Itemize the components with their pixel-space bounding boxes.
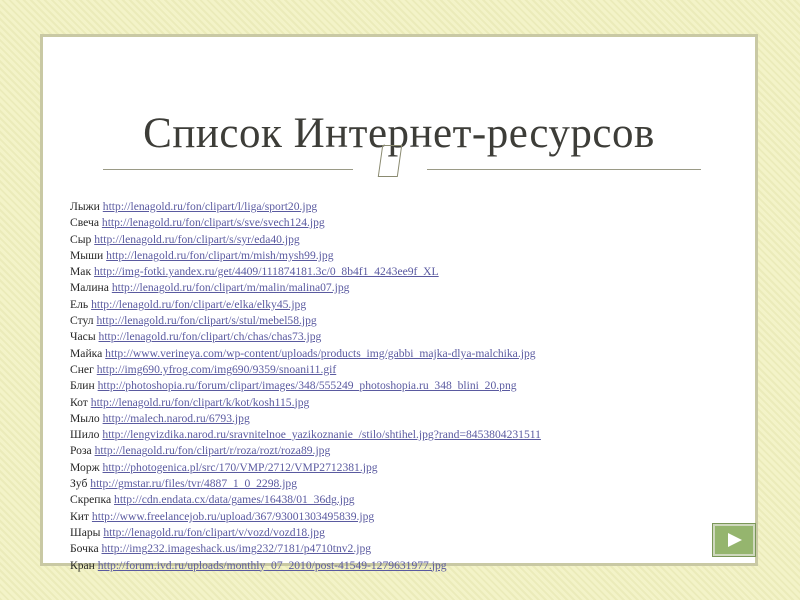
- list-item: Зуб http://gmstar.ru/files/tvr/4887_1_0_…: [70, 476, 541, 492]
- list-item: Кот http://lenagold.ru/fon/clipart/k/kot…: [70, 395, 541, 411]
- list-item: Шары http://lenagold.ru/fon/clipart/v/vo…: [70, 525, 541, 541]
- resource-label: Свеча: [70, 216, 99, 230]
- list-item: Кит http://www.freelancejob.ru/upload/36…: [70, 509, 541, 525]
- resource-link[interactable]: http://img690.yfrog.com/img690/9359/snoa…: [97, 363, 336, 376]
- resource-label: Малина: [70, 281, 109, 295]
- list-item: Мак http://img-fotki.yandex.ru/get/4409/…: [70, 264, 541, 280]
- resource-label: Кит: [70, 509, 90, 523]
- resource-link[interactable]: http://lenagold.ru/fon/clipart/l/liga/sp…: [103, 200, 317, 213]
- resource-label: Лыжи: [70, 200, 100, 213]
- resource-link[interactable]: http://photogenica.pl/src/170/VMP/2712/V…: [103, 461, 378, 474]
- resource-link[interactable]: http://lenagold.ru/fon/clipart/k/kot/kos…: [91, 396, 310, 409]
- list-item: Морж http://photogenica.pl/src/170/VMP/2…: [70, 460, 541, 476]
- resource-label: Шары: [70, 525, 101, 539]
- resource-link[interactable]: http://lenagold.ru/fon/clipart/s/stul/me…: [96, 314, 316, 327]
- list-item: Стул http://lenagold.ru/fon/clipart/s/st…: [70, 313, 541, 329]
- resource-label: Мак: [70, 265, 92, 279]
- resource-link[interactable]: http://www.verineya.com/wp-content/uploa…: [105, 347, 535, 360]
- title-divider-right: [427, 169, 701, 170]
- list-item: Бочка http://img232.imageshack.us/img232…: [70, 541, 541, 557]
- resource-label: Стул: [70, 314, 94, 328]
- slide-frame: Список Интернет-ресурсов Лыжи http://len…: [40, 34, 758, 572]
- resource-link[interactable]: http://lenagold.ru/fon/clipart/ch/chas/c…: [99, 330, 322, 343]
- resource-link[interactable]: http://lengvizdika.narod.ru/sravnitelnoe…: [102, 428, 541, 441]
- resource-label: Кот: [70, 395, 88, 409]
- next-slide-button[interactable]: [713, 524, 755, 556]
- list-item: Майка http://www.verineya.com/wp-content…: [70, 346, 541, 362]
- resource-link[interactable]: http://lenagold.ru/fon/clipart/m/malin/m…: [112, 281, 350, 294]
- list-item: Сыр http://lenagold.ru/fon/clipart/s/syr…: [70, 232, 541, 248]
- resource-label: Мыши: [70, 248, 104, 262]
- list-item: Кран http://forum.ivd.ru/uploads/monthly…: [70, 558, 541, 574]
- resource-link[interactable]: http://lenagold.ru/fon/clipart/m/mish/my…: [106, 249, 333, 262]
- resource-label: Кран: [70, 558, 95, 572]
- resource-label: Роза: [70, 444, 92, 458]
- resource-label: Морж: [70, 460, 100, 474]
- list-item: Шило http://lengvizdika.narod.ru/sravnit…: [70, 427, 541, 443]
- resource-link[interactable]: http://img232.imageshack.us/img232/7181/…: [102, 542, 372, 555]
- resource-label: Скрепка: [70, 493, 112, 507]
- resource-link[interactable]: http://lenagold.ru/fon/clipart/s/sve/sve…: [102, 216, 325, 229]
- resource-label: Мыло: [70, 411, 100, 425]
- resource-label: Сыр: [70, 232, 92, 246]
- resource-link[interactable]: http://lenagold.ru/fon/clipart/r/roza/ro…: [95, 444, 331, 457]
- resource-label: Зуб: [70, 477, 88, 491]
- list-item: Роза http://lenagold.ru/fon/clipart/r/ro…: [70, 443, 541, 459]
- resource-link[interactable]: http://lenagold.ru/fon/clipart/e/elka/el…: [91, 298, 306, 311]
- list-item: Мыши http://lenagold.ru/fon/clipart/m/mi…: [70, 248, 541, 264]
- list-item: Скрепка http://cdn.endata.cx/data/games/…: [70, 492, 541, 508]
- resource-label: Ель: [70, 297, 89, 311]
- list-item: Лыжи http://lenagold.ru/fon/clipart/l/li…: [70, 199, 541, 215]
- list-item: Часы http://lenagold.ru/fon/clipart/ch/c…: [70, 329, 541, 345]
- decorative-frame-icon: [376, 142, 404, 182]
- next-slide-arrow-icon: [728, 533, 742, 547]
- list-item: Свеча http://lenagold.ru/fon/clipart/s/s…: [70, 215, 541, 231]
- resource-link[interactable]: http://lenagold.ru/fon/clipart/v/vozd/vo…: [103, 526, 325, 539]
- list-item: Снег http://img690.yfrog.com/img690/9359…: [70, 362, 541, 378]
- resource-label: Снег: [70, 362, 94, 376]
- list-item: Блин http://photoshopia.ru/forum/clipart…: [70, 378, 541, 394]
- resource-label: Майка: [70, 346, 103, 360]
- resource-label: Бочка: [70, 542, 99, 556]
- resource-link[interactable]: http://forum.ivd.ru/uploads/monthly_07_2…: [98, 559, 447, 572]
- resource-label: Часы: [70, 330, 96, 344]
- resource-label: Блин: [70, 379, 95, 393]
- list-item: Мыло http://malech.narod.ru/6793.jpg: [70, 411, 541, 427]
- resource-link[interactable]: http://img-fotki.yandex.ru/get/4409/1118…: [94, 265, 439, 278]
- resource-list: Лыжи http://lenagold.ru/fon/clipart/l/li…: [70, 199, 541, 574]
- resource-link[interactable]: http://malech.narod.ru/6793.jpg: [103, 412, 250, 425]
- title-divider-left: [103, 169, 353, 170]
- resource-link[interactable]: http://photoshopia.ru/forum/clipart/imag…: [98, 379, 517, 392]
- resource-link[interactable]: http://lenagold.ru/fon/clipart/s/syr/eda…: [94, 233, 299, 246]
- resource-link[interactable]: http://cdn.endata.cx/data/games/16438/01…: [114, 493, 355, 506]
- list-item: Ель http://lenagold.ru/fon/clipart/e/elk…: [70, 297, 541, 313]
- resource-link[interactable]: http://gmstar.ru/files/tvr/4887_1_0_2298…: [90, 477, 297, 490]
- resource-label: Шило: [70, 428, 100, 442]
- list-item: Малина http://lenagold.ru/fon/clipart/m/…: [70, 280, 541, 296]
- resource-link[interactable]: http://www.freelancejob.ru/upload/367/93…: [92, 510, 374, 523]
